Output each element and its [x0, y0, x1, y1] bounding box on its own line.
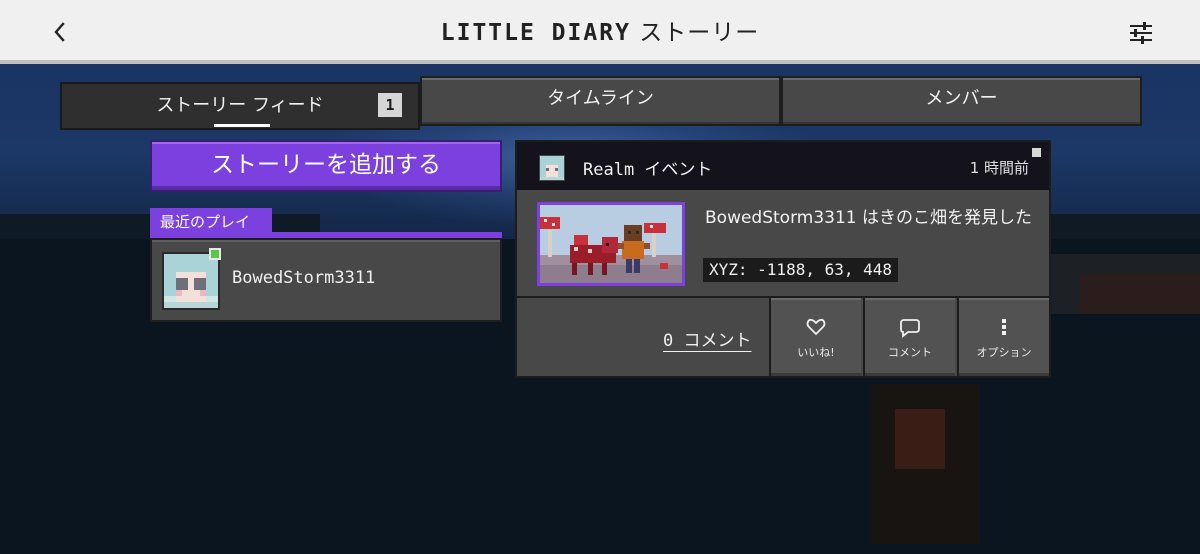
online-status-indicator [209, 248, 221, 260]
more-vertical-icon [959, 318, 1049, 338]
tab-story-feed[interactable]: ストーリー フィード 1 [60, 82, 420, 130]
add-story-button[interactable]: ストーリーを追加する [150, 140, 502, 192]
terrain [895, 409, 945, 469]
story-header: Realm イベント 1 時間前 [517, 142, 1049, 190]
chevron-left-icon[interactable] [48, 18, 72, 46]
page-title: LITTLE DIARY ストーリー [0, 0, 1200, 64]
top-bar: LITTLE DIARY ストーリー [0, 0, 1200, 64]
avatar [162, 252, 220, 310]
tab-label: メンバー [925, 88, 998, 109]
realm-avatar [539, 155, 565, 181]
recent-player-name: BowedStorm3311 [232, 268, 376, 288]
options-button-label: オプション [976, 346, 1032, 359]
story-text: BowedStorm3311 はきのこ畑を発見した [705, 208, 1032, 228]
comment-button[interactable]: コメント [863, 298, 955, 376]
unread-indicator [1032, 148, 1041, 157]
story-source: Realm イベント [583, 160, 713, 180]
like-button-label: いいね! [797, 346, 835, 359]
tab-active-underline [214, 124, 270, 127]
like-button[interactable]: いいね! [769, 298, 861, 376]
tab-label: ストーリー フィード [156, 95, 324, 116]
tab-timeline[interactable]: タイムライン [420, 76, 781, 126]
tab-label: タイムライン [547, 88, 654, 109]
comment-button-label: コメント [888, 346, 932, 359]
story-thumbnail[interactable] [537, 202, 685, 286]
speech-bubble-icon [865, 318, 955, 338]
sliders-icon[interactable] [1128, 20, 1154, 46]
story-coordinates: XYZ: -1188, 63, 448 [703, 258, 899, 282]
terrain [1080, 274, 1200, 314]
story-actions: 0 コメント いいね! コメント オプション [517, 296, 1049, 376]
tab-members[interactable]: メンバー [781, 76, 1142, 126]
comment-count-link[interactable]: 0 コメント [663, 326, 751, 351]
recent-player-card[interactable]: BowedStorm3311 [150, 238, 502, 322]
story-card: Realm イベント 1 時間前 BowedStorm3311 はきのこ畑を発見… [515, 140, 1051, 378]
page-title-text: ストーリー [639, 20, 760, 46]
options-button[interactable]: オプション [957, 298, 1049, 376]
tab-badge: 1 [378, 93, 402, 117]
story-timestamp: 1 時間前 [969, 159, 1029, 177]
brand-name: LITTLE DIARY [440, 20, 631, 46]
heart-icon [771, 318, 861, 338]
